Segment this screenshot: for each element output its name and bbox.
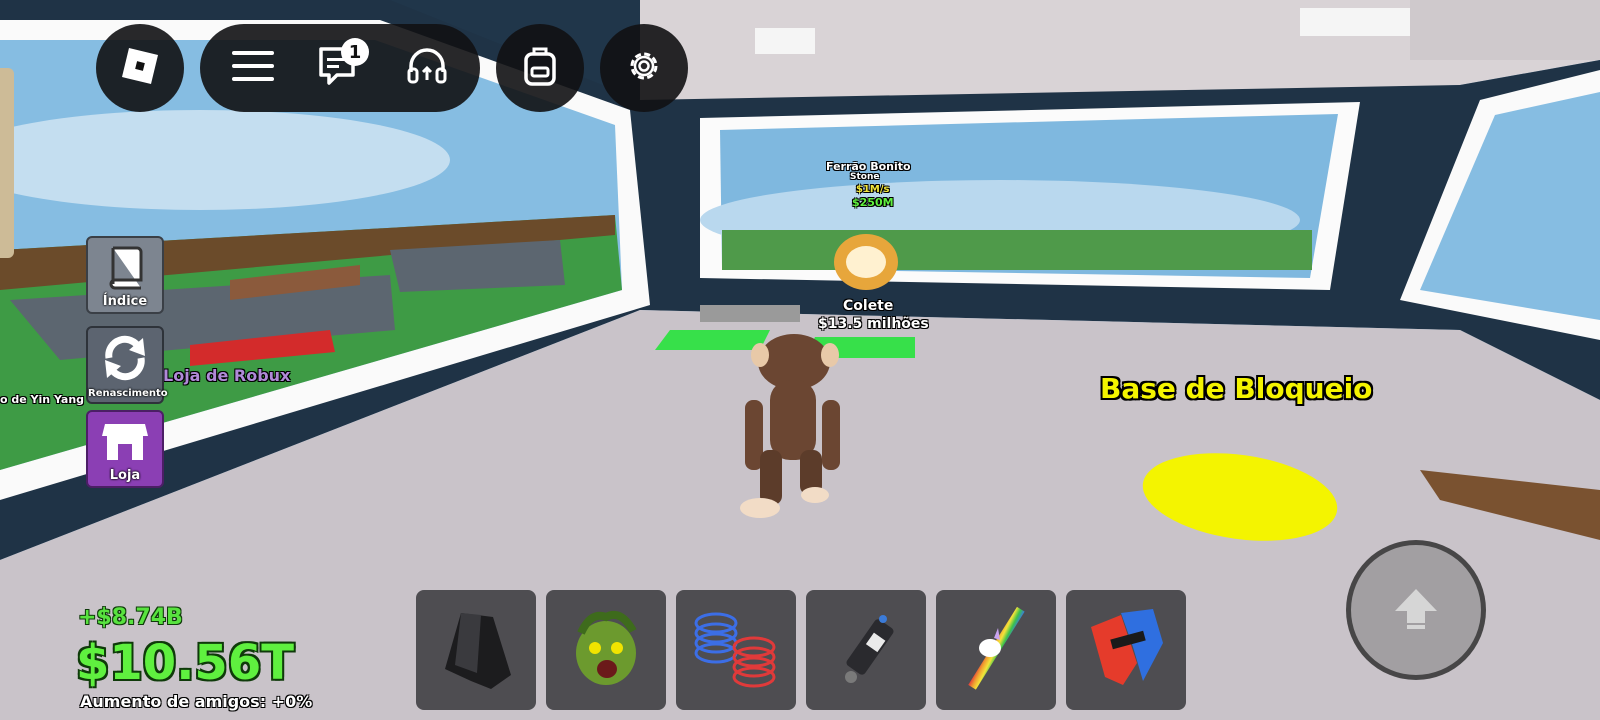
roblox-menu-button[interactable]: [96, 24, 184, 112]
side-panel-edge[interactable]: [0, 68, 14, 258]
hotbar-slot-3[interactable]: [676, 590, 796, 710]
brainrot-rate-label: $1M/s: [856, 184, 890, 195]
black-cloak-icon: [431, 603, 521, 697]
rainbow-sword-icon: [946, 598, 1046, 702]
rebirth-label: Renascimento: [88, 388, 168, 399]
red-blue-tool-icon: [1081, 603, 1171, 697]
gear-icon: [625, 47, 663, 89]
voice-button[interactable]: [392, 33, 462, 103]
hotbar-slot-6[interactable]: [1066, 590, 1186, 710]
roblox-logo-icon: [120, 46, 160, 90]
hotbar-slot-5[interactable]: [936, 590, 1056, 710]
top-menu-group: 1: [200, 24, 480, 112]
hotbar-slot-4[interactable]: [806, 590, 926, 710]
hotbar-slot-1[interactable]: [416, 590, 536, 710]
item-price-label: $13.5 milhões: [818, 316, 929, 332]
brainrot-price-label: $250M: [852, 196, 894, 209]
headphones-icon: [405, 44, 449, 92]
jump-arrow-icon: [1391, 583, 1441, 637]
book-icon: [88, 244, 162, 290]
brainrot-mutation-label: Stone: [850, 172, 880, 182]
far-brainrot-label: o de Yin Yang: [0, 393, 85, 406]
medusa-head-icon: [561, 603, 651, 697]
friend-boost-label: Aumento de amigos: +0%: [80, 692, 313, 711]
backpack-icon: [520, 44, 560, 92]
money-total-label: $10.56T: [76, 635, 294, 691]
settings-button[interactable]: [600, 24, 688, 112]
chat-notification-badge: 1: [340, 38, 369, 66]
hamburger-menu-icon: [232, 49, 275, 87]
spring-coils-icon: [686, 603, 786, 697]
jump-button[interactable]: [1346, 540, 1486, 680]
money-delta-label: +$8.74B: [78, 605, 183, 630]
item-name-label: Colete: [843, 298, 894, 314]
rebirth-button[interactable]: Renascimento: [86, 326, 168, 404]
shop-button[interactable]: Loja: [86, 410, 164, 488]
refresh-icon: [88, 334, 162, 382]
shop-label: Loja: [109, 468, 141, 483]
lock-base-label: Base de Bloqueio: [1100, 372, 1373, 405]
chat-button[interactable]: 1: [305, 33, 375, 103]
shop-icon: [88, 418, 162, 464]
robux-shop-sign: Loja de Robux: [163, 366, 291, 385]
grapple-gun-icon: [821, 603, 911, 697]
tool-hotbar: [416, 590, 1186, 710]
backpack-button[interactable]: [496, 24, 584, 112]
index-label: Índice: [102, 294, 148, 309]
hotbar-slot-2[interactable]: [546, 590, 666, 710]
index-button[interactable]: Índice: [86, 236, 164, 314]
menu-button[interactable]: [218, 33, 288, 103]
